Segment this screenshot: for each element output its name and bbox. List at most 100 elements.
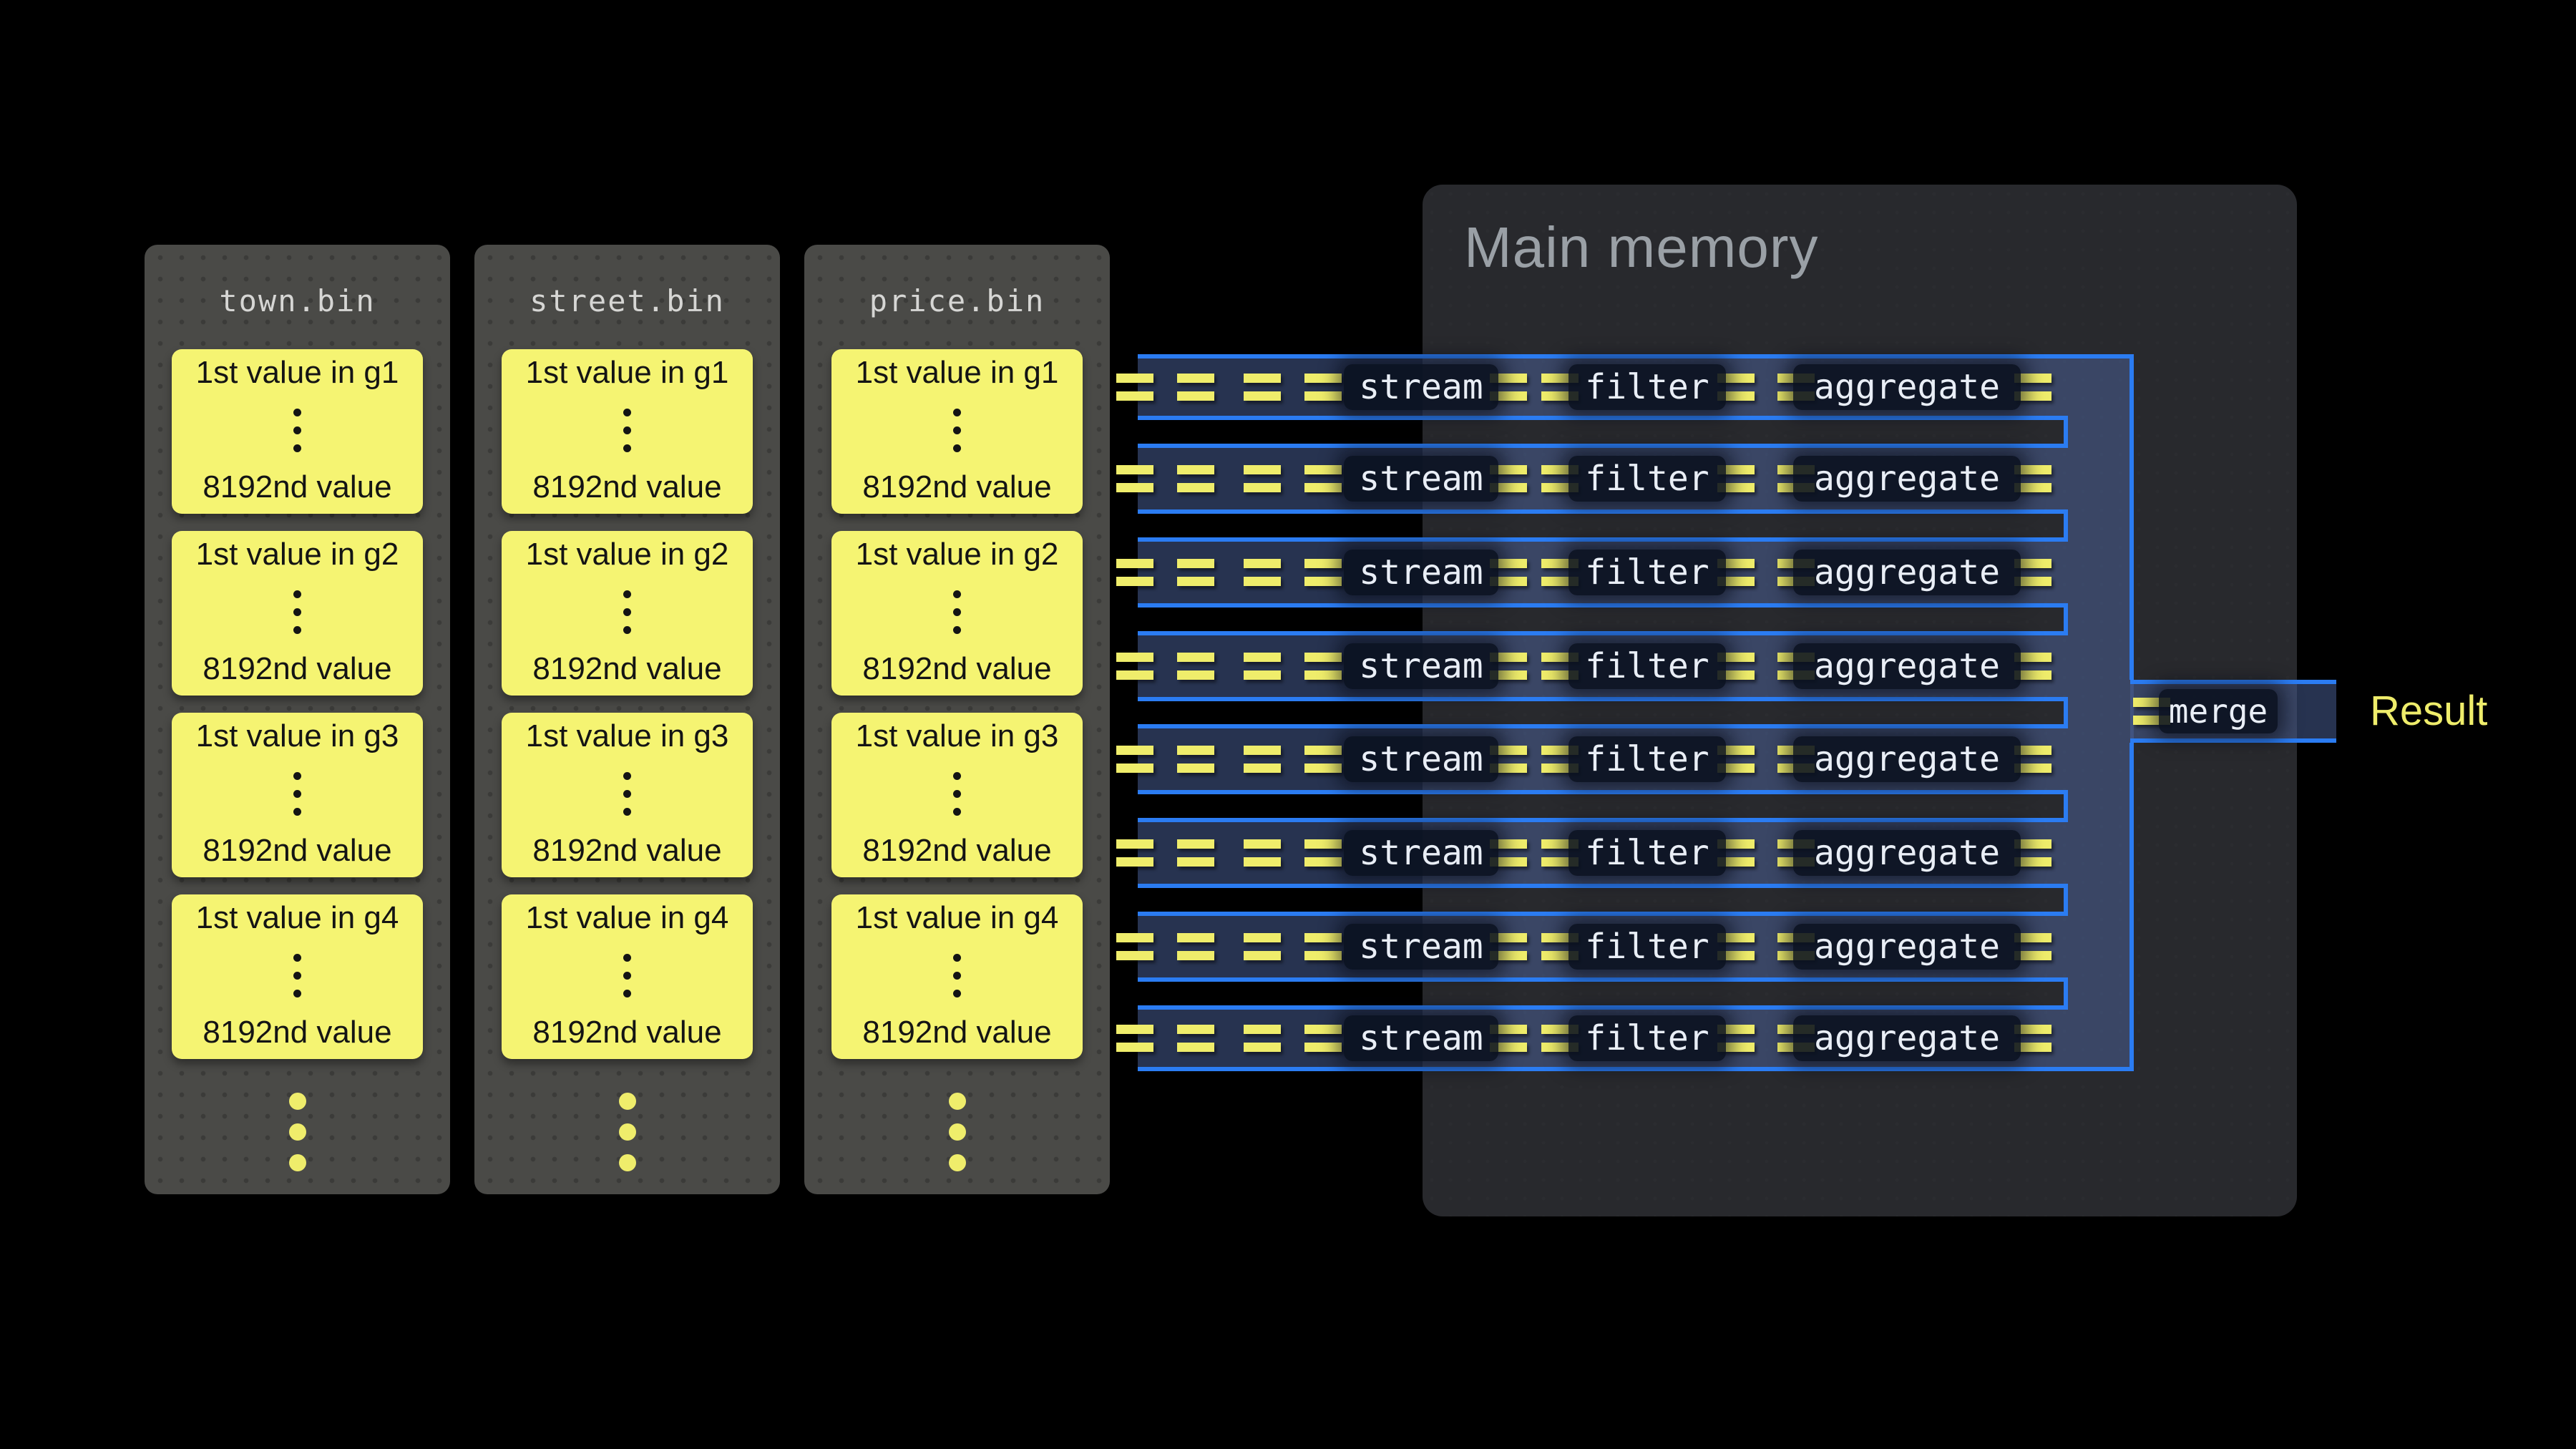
group-first-value-label: 1st value in g2	[526, 535, 729, 574]
merge-band: merge	[2130, 680, 2336, 743]
stage-chip-filter: filter	[1568, 456, 1726, 502]
ellipsis-dots-icon	[953, 409, 961, 452]
flow-dash-icon	[1177, 746, 1214, 773]
group-first-value-label: 1st value in g2	[856, 535, 1059, 574]
ellipsis-dots-icon	[623, 772, 631, 816]
flow-dash-icon	[1244, 374, 1281, 401]
group-first-value-label: 1st value in g3	[526, 717, 729, 756]
flow-dash-icon	[1244, 839, 1281, 867]
group-last-value-label: 8192nd value	[203, 831, 391, 870]
value-group-box: 1st value in g28192nd value	[502, 531, 753, 696]
group-last-value-label: 8192nd value	[862, 831, 1051, 870]
collector-top	[2068, 354, 2134, 680]
flow-dash-icon	[1116, 559, 1153, 586]
group-first-value-label: 1st value in g4	[526, 899, 729, 937]
flow-dash-icon	[1244, 1025, 1281, 1052]
value-group-box: 1st value in g18192nd value	[502, 349, 753, 514]
flow-dash-icon	[1177, 839, 1214, 867]
ellipsis-dots-icon	[623, 409, 631, 452]
value-group-box: 1st value in g3 8192nd value	[831, 713, 1083, 877]
value-group-box: 1st value in g2 8192nd value	[172, 531, 423, 696]
lane-gap	[1138, 603, 2068, 635]
pipeline-lane: streamfilteraggregate	[1138, 448, 2068, 509]
lane-gap	[1138, 977, 2068, 1010]
flow-dash-icon	[1304, 1025, 1342, 1052]
lane-gap	[1138, 884, 2068, 916]
more-groups-dots-icon	[804, 1093, 1110, 1171]
group-last-value-label: 8192nd value	[532, 468, 721, 507]
pipeline-lane: stream filter aggregate	[1138, 916, 2068, 977]
flow-dash-icon	[1304, 746, 1342, 773]
group-last-value-label: 8192nd value	[532, 831, 721, 870]
flow-dash-icon	[1116, 933, 1153, 960]
pipeline-lane: stream filter aggregate	[1138, 354, 2068, 416]
stage-chip-filter: filter	[1568, 364, 1726, 410]
group-last-value-label: 8192nd value	[862, 468, 1051, 507]
value-group-box: 1st value in g3 8192nd value	[502, 713, 753, 877]
group-first-value-label: 1st value in g3	[856, 717, 1059, 756]
flow-dash-icon	[1116, 1025, 1153, 1052]
ellipsis-dots-icon	[293, 590, 301, 634]
lane-gap	[1138, 509, 2068, 542]
flow-dash-icon	[1177, 1025, 1214, 1052]
flow-dash-icon	[1177, 933, 1214, 960]
value-group-box: 1st value in g48192nd value	[172, 894, 423, 1059]
flow-dash-icon	[1244, 933, 1281, 960]
stage-chip-aggregate: aggregate	[1793, 924, 2021, 970]
flow-dash-icon	[1244, 465, 1281, 492]
stage-chip-stream: stream	[1344, 924, 1498, 970]
pipeline-lane: streamfilteraggregate	[1138, 1010, 2068, 1071]
flow-dash-icon	[1177, 653, 1214, 680]
flow-dash-icon	[1304, 465, 1342, 492]
more-groups-dots-icon	[474, 1093, 780, 1171]
ellipsis-dots-icon	[953, 590, 961, 634]
file-name: town.bin	[145, 273, 450, 330]
ellipsis-dots-icon	[623, 954, 631, 997]
flow-dash-icon	[1304, 374, 1342, 401]
group-last-value-label: 8192nd value	[203, 650, 391, 688]
value-group-box: 1st value in g18192nd value	[831, 349, 1083, 514]
file-name: street.bin	[474, 273, 780, 330]
stage-chip-aggregate: aggregate	[1793, 364, 2021, 410]
stage-chip-stream: stream	[1344, 1015, 1498, 1061]
stage-chip-aggregate: aggregate	[1793, 1015, 2021, 1061]
more-groups-dots-icon	[145, 1093, 450, 1171]
stage-chip-stream: stream	[1344, 736, 1498, 782]
stage-chip-stream: stream	[1344, 643, 1498, 689]
flow-dash-icon	[1116, 374, 1153, 401]
stage-chip-filter: filter	[1568, 550, 1726, 595]
value-group-box: 1st value in g48192nd value	[831, 894, 1083, 1059]
merge-chip: merge	[2159, 689, 2278, 733]
flow-dash-icon	[1116, 465, 1153, 492]
stage-chip-aggregate: aggregate	[1793, 830, 2021, 876]
group-first-value-label: 1st value in g2	[196, 535, 399, 574]
flow-dash-icon	[1244, 559, 1281, 586]
ellipsis-dots-icon	[623, 590, 631, 634]
file-column-town.bin: town.bin 1st value in g18192nd value 1st v…	[145, 245, 450, 1194]
ellipsis-dots-icon	[953, 954, 961, 997]
group-last-value-label: 8192nd value	[203, 468, 391, 507]
pipeline-lane: streamfilteraggregate	[1138, 822, 2068, 884]
stage-chip-stream: stream	[1344, 830, 1498, 876]
diagram-stage: Main memory town.bin1st value in g18192n…	[0, 0, 2576, 1449]
stage-chip-filter: filter	[1568, 924, 1726, 970]
file-column-street.bin: street.bin 1st value in g18192nd value 1st…	[474, 245, 780, 1194]
ellipsis-dots-icon	[293, 954, 301, 997]
flow-dash-icon	[1177, 559, 1214, 586]
stage-chip-aggregate: aggregate	[1793, 643, 2021, 689]
group-first-value-label: 1st value in g4	[196, 899, 399, 937]
value-group-box: 1st value in g18192nd value	[172, 349, 423, 514]
flow-dash-icon	[1304, 839, 1342, 867]
flow-dash-icon	[1304, 933, 1342, 960]
flow-dash-icon	[1116, 746, 1153, 773]
stage-chip-filter: filter	[1568, 643, 1726, 689]
stage-chip-stream: stream	[1344, 364, 1498, 410]
flow-dash-icon	[1244, 746, 1281, 773]
flow-dash-icon	[1116, 839, 1153, 867]
file-column-price.bin: price.bin 1st value in g18192nd value 1st …	[804, 245, 1110, 1194]
flow-dash-icon	[1177, 374, 1214, 401]
group-first-value-label: 1st value in g3	[196, 717, 399, 756]
file-name: price.bin	[804, 273, 1110, 330]
pipeline-lane: streamfilteraggregate	[1138, 542, 2068, 603]
stage-chip-aggregate: aggregate	[1793, 736, 2021, 782]
